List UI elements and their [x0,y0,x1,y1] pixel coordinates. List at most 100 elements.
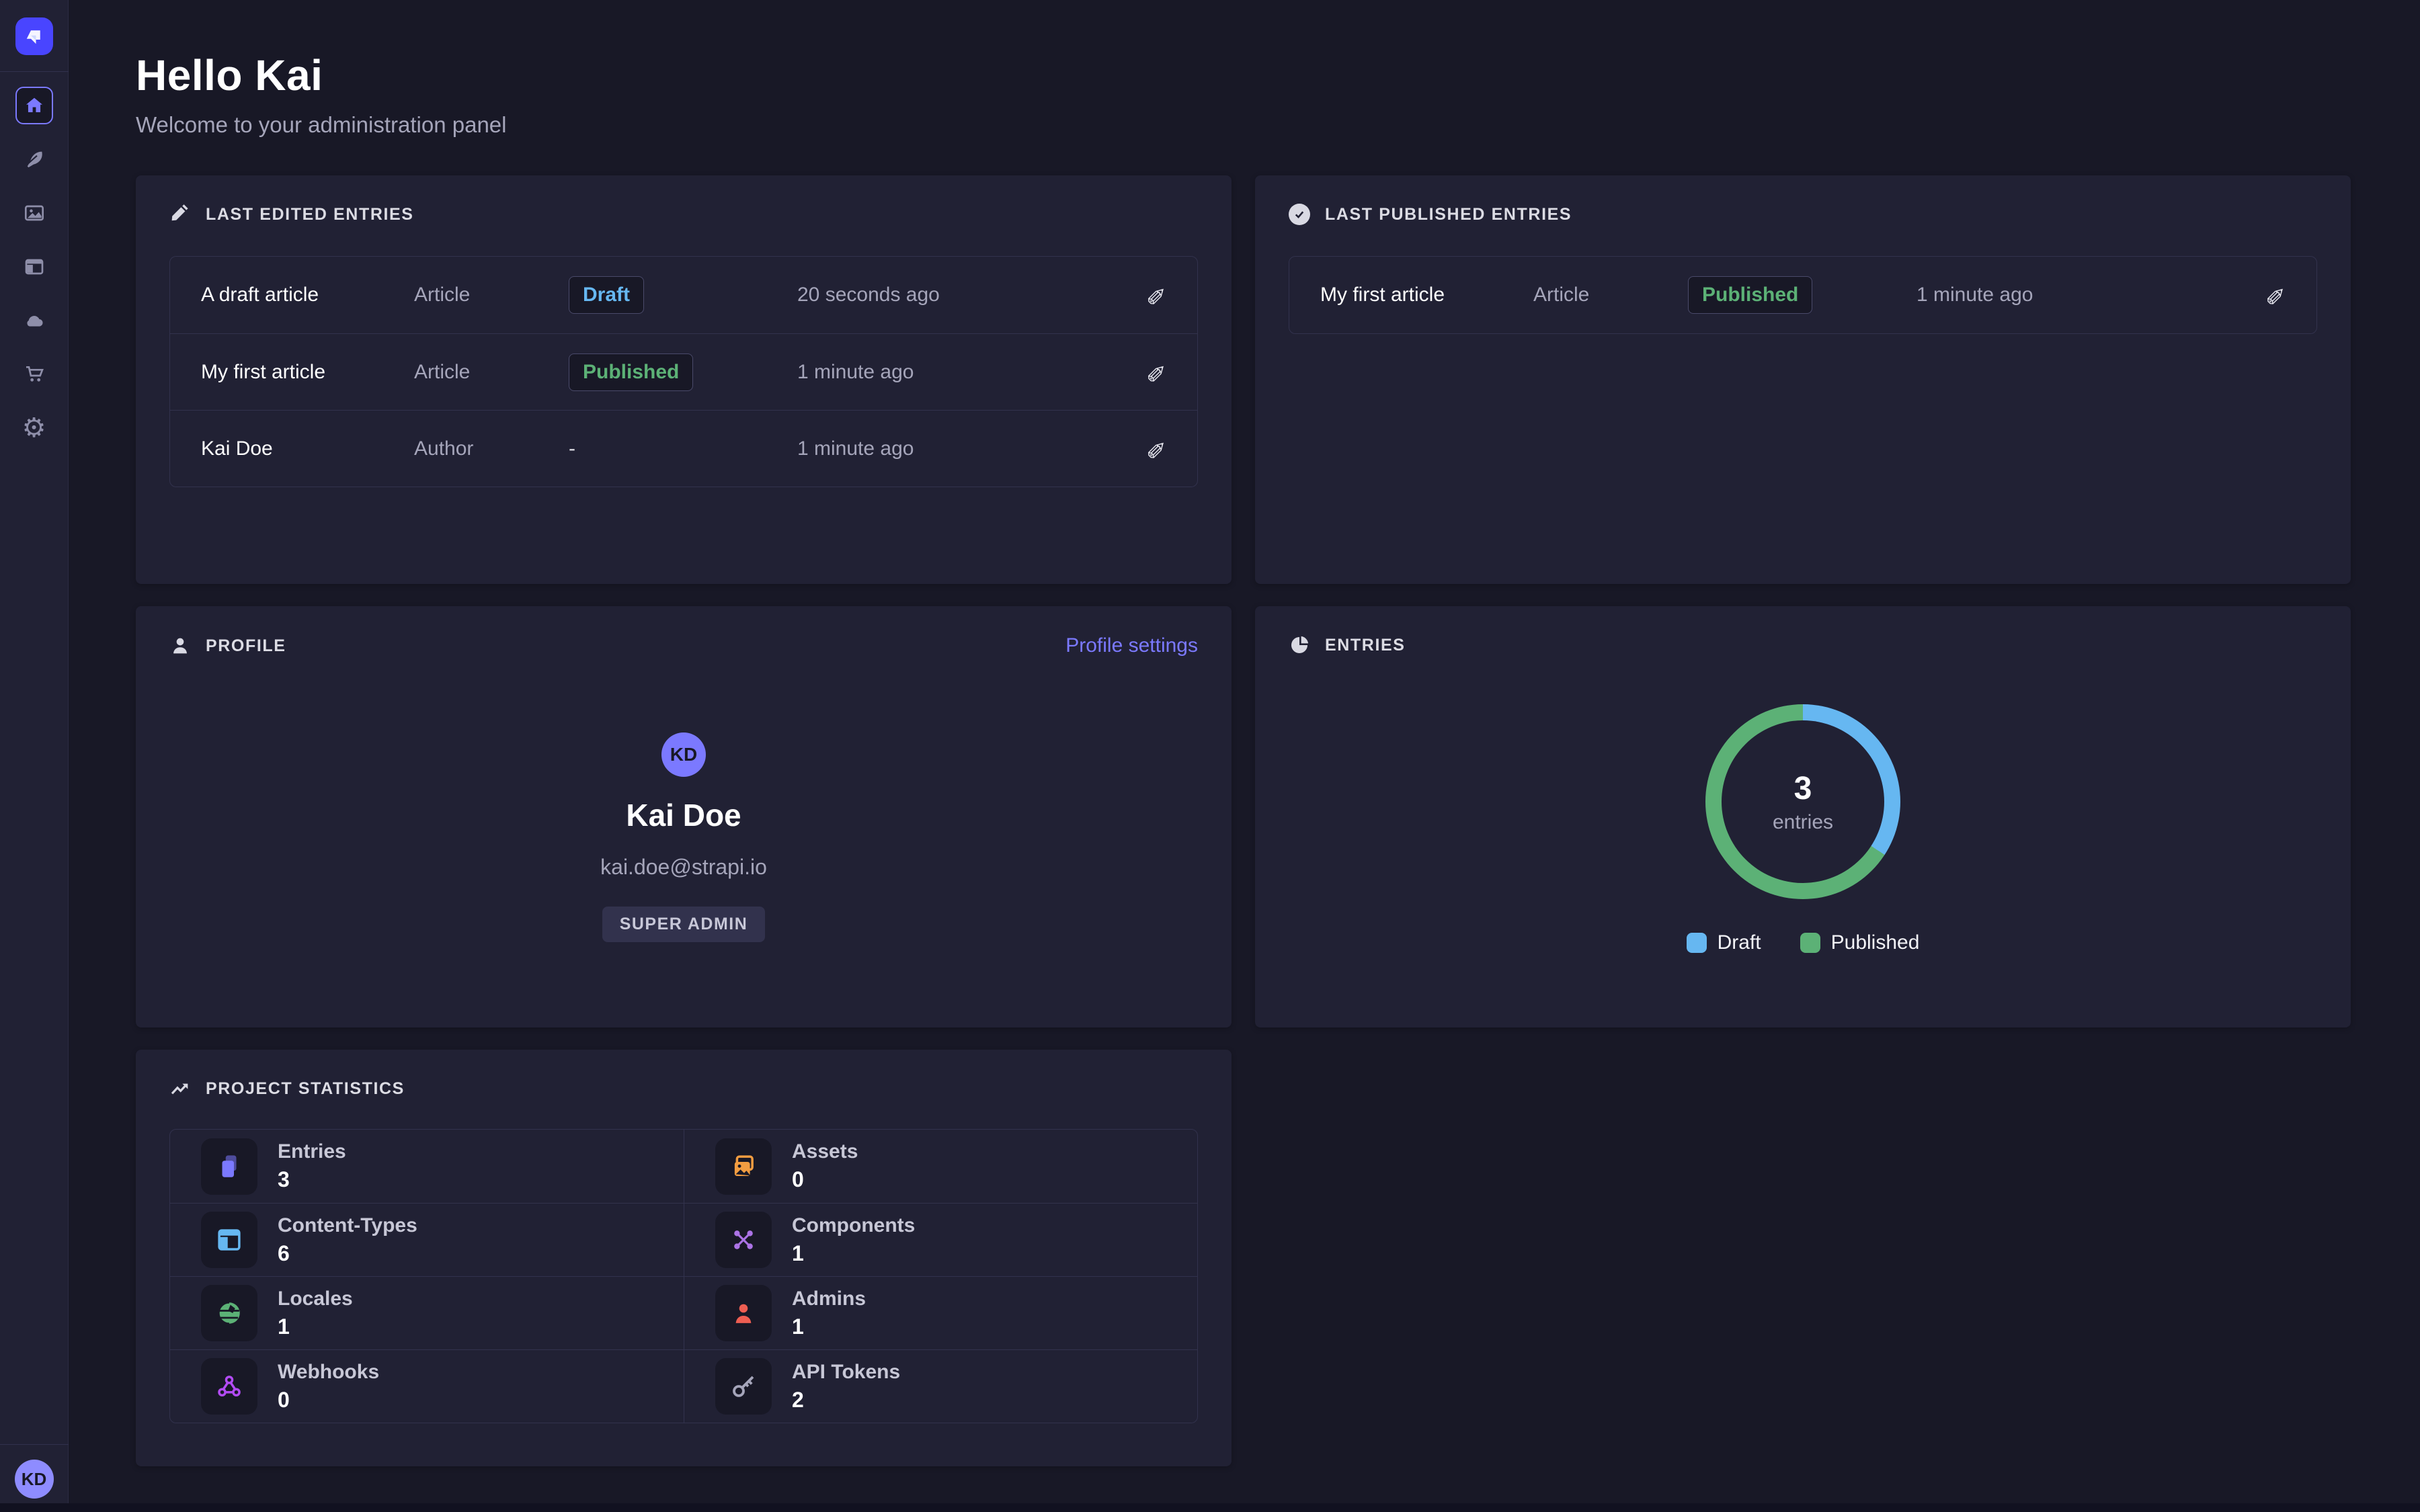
sidebar-item-content-type-builder[interactable] [15,248,53,286]
stat-label: API Tokens [792,1361,900,1384]
profile-email: kai.doe@strapi.io [600,855,767,880]
gear-icon: ⚙ [22,415,46,442]
home-icon [24,95,45,116]
stat-value: 6 [278,1241,417,1266]
documents-icon [201,1138,257,1195]
legend-item-published: Published [1800,931,1920,954]
layout-icon [201,1212,257,1268]
stat-value: 2 [792,1388,900,1413]
last-published-table: My first article Article Published 1 min… [1289,256,2317,334]
sidebar-item-deploy[interactable] [15,302,53,339]
edit-entry-button[interactable]: ✎ [2265,281,2286,309]
profile-settings-link[interactable]: Profile settings [1065,634,1198,657]
stat-content-types: Content-Types 6 [170,1203,684,1276]
sidebar-nav: ⚙ [15,87,53,1444]
sidebar-item-marketplace[interactable] [15,355,53,393]
person-icon [169,635,191,657]
stat-components: Components 1 [684,1203,1197,1276]
stat-locales: Locales 1 [170,1276,684,1349]
stat-label: Assets [792,1140,858,1163]
profile-card: PROFILE Profile settings KD Kai Doe kai.… [136,606,1232,1027]
cart-icon [24,364,45,385]
edit-entry-button[interactable]: ✎ [1146,435,1166,463]
chart-legend: Draft Published [1687,931,1920,954]
stat-value: 1 [792,1314,866,1339]
entries-total: 3 [1794,770,1812,807]
card-title: PROFILE [206,636,286,656]
check-circle-icon [1289,204,1310,225]
card-title: PROJECT STATISTICS [206,1079,405,1099]
main-area: Hello Kai Welcome to your administration… [69,0,2420,1512]
webhook-icon [201,1358,257,1415]
stat-label: Entries [278,1140,346,1163]
page-title: Hello Kai [136,50,2351,100]
globe-icon [201,1285,257,1341]
legend-item-draft: Draft [1687,931,1761,954]
pictures-icon [715,1138,772,1195]
pencil-icon [169,204,191,225]
entries-donut-chart: 3 entries [1705,704,1900,899]
sidebar-item-home[interactable] [15,87,53,124]
stat-label: Webhooks [278,1361,379,1384]
entry-name: My first article [201,361,414,384]
stat-value: 1 [792,1241,915,1266]
entry-type: Author [414,437,569,460]
sidebar: ⚙ KD [0,0,69,1512]
trend-up-icon [169,1078,191,1099]
entry-name: Kai Doe [201,437,414,460]
stat-value: 0 [278,1388,379,1413]
sidebar-item-content-manager[interactable] [15,140,53,178]
user-avatar[interactable]: KD [15,1460,54,1499]
legend-label: Draft [1718,931,1761,954]
page-subtitle: Welcome to your administration panel [136,112,2351,138]
stat-assets: Assets 0 [684,1130,1197,1203]
last-published-entries-card: LAST PUBLISHED ENTRIES My first article … [1255,175,2351,584]
horizontal-scrollbar-track[interactable] [0,1503,2420,1512]
status-badge: Published [569,353,693,391]
stat-label: Admins [792,1288,866,1310]
card-title: ENTRIES [1325,636,1406,655]
card-title: LAST PUBLISHED ENTRIES [1325,205,1572,224]
sidebar-bottom-divider [0,1444,69,1445]
table-row[interactable]: A draft article Article Draft 20 seconds… [170,257,1197,333]
stat-value: 3 [278,1167,346,1192]
entry-time: 20 seconds ago [797,284,1126,306]
cloud-icon [24,310,45,331]
edit-entry-button[interactable]: ✎ [1146,358,1166,386]
pie-icon [1289,634,1310,656]
table-row[interactable]: My first article Article Published 1 min… [1289,257,2316,333]
stat-label: Content-Types [278,1214,417,1237]
stat-value: 1 [278,1314,353,1339]
key-icon [715,1358,772,1415]
published-swatch [1800,933,1820,953]
media-images-icon [24,202,45,224]
nodes-icon [715,1212,772,1268]
sidebar-item-settings[interactable]: ⚙ [15,409,53,447]
user-icon [715,1285,772,1341]
table-row[interactable]: My first article Article Published 1 min… [170,333,1197,410]
entries-card: ENTRIES 3 entries Draft [1255,606,2351,1027]
entry-type: Article [1533,284,1688,306]
strapi-logo[interactable] [15,17,53,55]
stat-entries: Entries 3 [170,1130,684,1203]
stat-webhooks: Webhooks 0 [170,1349,684,1423]
entry-type: Article [414,361,569,384]
project-statistics-card: PROJECT STATISTICS Entries 3 [136,1050,1232,1466]
sidebar-item-media-library[interactable] [15,194,53,232]
table-row[interactable]: Kai Doe Author - 1 minute ago ✎ [170,410,1197,487]
stat-admins: Admins 1 [684,1276,1197,1349]
profile-avatar: KD [661,732,706,777]
role-badge: SUPER ADMIN [602,907,766,942]
status-badge: Published [1688,276,1812,314]
entries-total-label: entries [1773,811,1833,834]
edit-entry-button[interactable]: ✎ [1146,281,1166,309]
card-title: LAST EDITED ENTRIES [206,205,414,224]
stat-api-tokens: API Tokens 2 [684,1349,1197,1423]
layout-icon [24,256,45,278]
feather-icon [24,149,45,170]
entry-time: 1 minute ago [797,361,1126,384]
entry-name: A draft article [201,284,414,306]
status-badge: Draft [569,276,644,314]
profile-name: Kai Doe [626,797,741,833]
stat-label: Locales [278,1288,353,1310]
